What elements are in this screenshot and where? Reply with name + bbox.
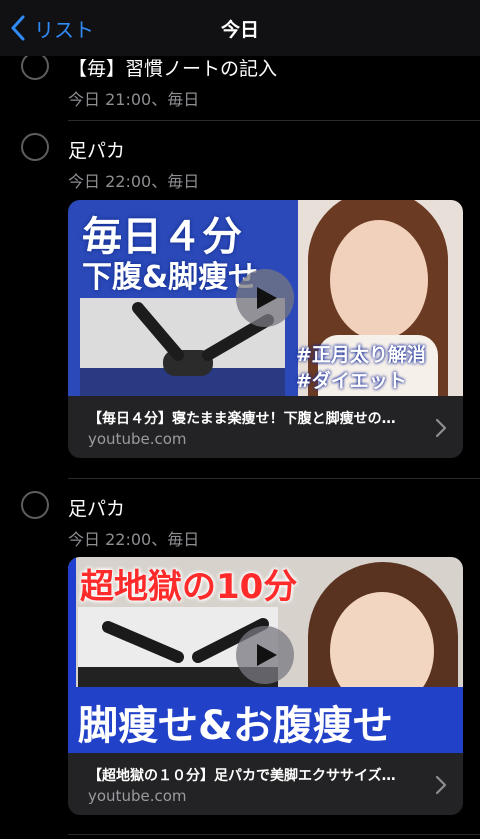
thumbnail-text: #正月太り解消 <box>296 344 426 366</box>
thumbnail-text: 脚痩せ&お腹痩せ <box>78 703 393 749</box>
divider <box>68 478 480 479</box>
play-icon <box>257 644 277 666</box>
thumbnail-text: 下腹&脚痩せ <box>82 260 259 295</box>
link-title: 【毎日４分】寝たまま楽痩せ！下腹と脚痩せの… <box>88 411 396 427</box>
thumbnail-text: #ダイエット <box>296 370 407 392</box>
link-preview-card[interactable]: 毎日４分 下腹&脚痩せ #正月太り解消 #ダイエット 【毎日４分】寝たまま楽痩せ… <box>68 200 463 458</box>
page-title: 今日 <box>220 19 259 41</box>
divider <box>68 834 480 835</box>
divider <box>68 120 480 121</box>
link-host: youtube.com <box>88 430 187 448</box>
play-icon <box>257 287 277 309</box>
reminder-title[interactable]: 【毎】習慣ノートの記入 <box>68 54 277 81</box>
video-thumbnail: 超地獄の10分 脚痩せ&お腹痩せ <box>68 557 463 753</box>
reminder-title[interactable]: 足パカ <box>68 136 125 163</box>
reminder-subtitle: 今日 22:00、毎日 <box>68 530 200 549</box>
reminder-subtitle: 今日 21:00、毎日 <box>68 90 200 109</box>
play-button[interactable] <box>236 269 294 327</box>
link-host: youtube.com <box>88 787 187 805</box>
thumbnail-text: 超地獄の10分 <box>80 567 298 607</box>
link-title: 【超地獄の１０分】足パカで美脚エクササイズ… <box>88 768 396 784</box>
play-button[interactable] <box>236 626 294 684</box>
complete-circle-button[interactable] <box>21 133 49 161</box>
video-thumbnail: 毎日４分 下腹&脚痩せ #正月太り解消 #ダイエット <box>68 200 463 396</box>
complete-circle-button[interactable] <box>21 491 49 519</box>
navigation-bar: リスト 今日 <box>0 0 480 56</box>
complete-circle-button[interactable] <box>21 52 49 80</box>
chevron-right-icon <box>435 775 447 795</box>
reminder-subtitle: 今日 22:00、毎日 <box>68 172 200 191</box>
reminder-title[interactable]: 足パカ <box>68 494 125 521</box>
chevron-right-icon <box>435 418 447 438</box>
link-preview-card[interactable]: 超地獄の10分 脚痩せ&お腹痩せ 【超地獄の１０分】足パカで美脚エクササイズ… … <box>68 557 463 815</box>
